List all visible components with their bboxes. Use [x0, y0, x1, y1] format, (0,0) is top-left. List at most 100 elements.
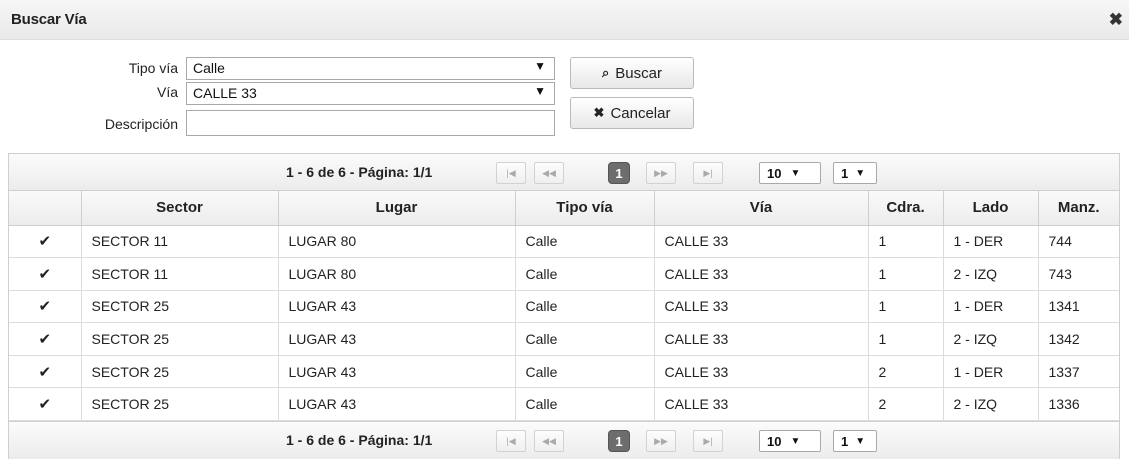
tipo-via-cell: Calle [514, 354, 655, 389]
lugar-cell: LUGAR 80 [277, 257, 516, 291]
page-jump-select[interactable]: 1 ▼ [833, 430, 877, 452]
sector-cell: SECTOR 25 [80, 289, 279, 324]
cdra-cell: 1 [867, 257, 944, 291]
check-icon[interactable]: ✔ [9, 257, 82, 291]
table-row[interactable]: ✔ SECTOR 25 LUGAR 43 Calle CALLE 33 2 1 - DER 1… [9, 354, 1119, 389]
chevron-down-icon: ▼ [855, 167, 866, 179]
first-page-button[interactable]: |◀ [496, 430, 526, 452]
manz-cell: 744 [1037, 224, 1119, 259]
sector-cell: SECTOR 25 [80, 354, 279, 389]
sector-cell: SECTOR 25 [80, 322, 279, 356]
tipo-via-cell: Calle [514, 289, 655, 324]
descripcion-label: Descripción [104, 116, 178, 132]
descripcion-input[interactable] [186, 110, 555, 136]
page-size-value: 10 [767, 165, 782, 181]
via-label: Vía [156, 84, 178, 100]
chevron-down-icon: ▼ [534, 84, 546, 98]
chevron-down-icon: ▼ [855, 435, 866, 447]
current-page-button[interactable]: 1 [608, 430, 630, 452]
column-header-via[interactable]: Vía [653, 191, 869, 226]
table-row[interactable]: ✔ SECTOR 25 LUGAR 43 Calle CALLE 33 2 2 - IZQ 1… [9, 387, 1119, 422]
lado-cell: 1 - DER [942, 354, 1039, 389]
via-cell: CALLE 33 [653, 354, 869, 389]
sector-cell: SECTOR 11 [80, 257, 279, 291]
tipo-via-cell: Calle [514, 322, 655, 356]
lado-cell: 1 - DER [942, 289, 1039, 324]
pager-bottom: 1 - 6 de 6 - Página: 1/1 |◀ ◀◀ 1 ▶▶ ▶| 1… [9, 421, 1119, 459]
column-header-sector[interactable]: Sector [80, 191, 279, 226]
first-page-button[interactable]: |◀ [496, 162, 526, 184]
tipo-via-cell: Calle [514, 387, 655, 422]
check-icon[interactable]: ✔ [9, 224, 82, 259]
lado-cell: 1 - DER [942, 224, 1039, 259]
via-cell: CALLE 33 [653, 387, 869, 422]
chevron-down-icon: ▼ [534, 59, 546, 73]
table-row[interactable]: ✔ SECTOR 11 LUGAR 80 Calle CALLE 33 1 2 - IZQ 7… [9, 257, 1119, 291]
check-icon[interactable]: ✔ [9, 289, 82, 324]
check-icon[interactable]: ✔ [9, 387, 82, 422]
tipo-via-select[interactable]: Calle ▼ [186, 57, 555, 80]
search-icon: ⌕ [602, 65, 610, 80]
pager-top: 1 - 6 de 6 - Página: 1/1 |◀ ◀◀ 1 ▶▶ ▶| 1… [9, 154, 1119, 191]
page-size-select[interactable]: 10 ▼ [759, 430, 821, 452]
lugar-cell: LUGAR 43 [277, 387, 516, 422]
table-row[interactable]: ✔ SECTOR 11 LUGAR 80 Calle CALLE 33 1 1 - DER 7… [9, 224, 1119, 259]
buscar-label: Buscar [615, 64, 662, 82]
next-page-button[interactable]: ▶▶ [646, 162, 676, 184]
sector-cell: SECTOR 25 [80, 387, 279, 422]
via-cell: CALLE 33 [653, 289, 869, 324]
page-jump-value: 1 [841, 165, 849, 181]
prev-page-button[interactable]: ◀◀ [534, 430, 564, 452]
lugar-cell: LUGAR 80 [277, 224, 516, 259]
dialog-titlebar: Buscar Vía ✖ [0, 0, 1129, 40]
pager-info: 1 - 6 de 6 - Página: 1/1 [286, 164, 433, 180]
last-page-button[interactable]: ▶| [693, 162, 723, 184]
cdra-cell: 1 [867, 289, 944, 324]
cdra-cell: 1 [867, 322, 944, 356]
manz-cell: 1341 [1037, 289, 1119, 324]
via-value: CALLE 33 [193, 85, 257, 101]
cancelar-label: Cancelar [610, 104, 671, 122]
current-page-button[interactable]: 1 [608, 162, 630, 184]
column-header-lado[interactable]: Lado [942, 191, 1039, 226]
next-page-button[interactable]: ▶▶ [646, 430, 676, 452]
sector-cell: SECTOR 11 [80, 224, 279, 259]
column-header-tipo-via[interactable]: Tipo vía [514, 191, 655, 226]
cdra-cell: 1 [867, 224, 944, 259]
pager-info: 1 - 6 de 6 - Página: 1/1 [286, 432, 433, 448]
page-size-select[interactable]: 10 ▼ [759, 162, 821, 184]
cdra-cell: 2 [867, 354, 944, 389]
lugar-cell: LUGAR 43 [277, 322, 516, 356]
table-header-row: Sector Lugar Tipo vía Vía Cdra. Lado Man… [9, 191, 1119, 226]
last-page-button[interactable]: ▶| [693, 430, 723, 452]
lugar-cell: LUGAR 43 [277, 354, 516, 389]
via-select[interactable]: CALLE 33 ▼ [186, 82, 555, 105]
prev-page-button[interactable]: ◀◀ [534, 162, 564, 184]
close-icon[interactable]: ✖ [1109, 11, 1123, 28]
column-header [9, 191, 82, 226]
via-cell: CALLE 33 [653, 322, 869, 356]
manz-cell: 1337 [1037, 354, 1119, 389]
table-row[interactable]: ✔ SECTOR 25 LUGAR 43 Calle CALLE 33 1 1 - DER 1… [9, 289, 1119, 324]
results-grid: 1 - 6 de 6 - Página: 1/1 |◀ ◀◀ 1 ▶▶ ▶| 1… [8, 153, 1120, 459]
dialog-title: Buscar Vía [11, 11, 87, 28]
page-jump-value: 1 [841, 433, 849, 449]
tipo-via-cell: Calle [514, 257, 655, 291]
check-icon[interactable]: ✔ [9, 322, 82, 356]
tipo-via-value: Calle [193, 60, 225, 76]
column-header-lugar[interactable]: Lugar [277, 191, 516, 226]
column-header-manz[interactable]: Manz. [1037, 191, 1119, 226]
table-row[interactable]: ✔ SECTOR 25 LUGAR 43 Calle CALLE 33 1 2 - IZQ 1… [9, 322, 1119, 356]
check-icon[interactable]: ✔ [9, 354, 82, 389]
via-cell: CALLE 33 [653, 224, 869, 259]
lugar-cell: LUGAR 43 [277, 289, 516, 324]
results-table: Sector Lugar Tipo vía Vía Cdra. Lado Man… [9, 191, 1119, 422]
tipo-via-label: Tipo vía [128, 60, 178, 76]
page-size-value: 10 [767, 433, 782, 449]
buscar-button[interactable]: ⌕ Buscar [570, 57, 694, 89]
column-header-cdra[interactable]: Cdra. [867, 191, 944, 226]
manz-cell: 743 [1037, 257, 1119, 291]
page-jump-select[interactable]: 1 ▼ [833, 162, 877, 184]
cancelar-button[interactable]: ✖ Cancelar [570, 97, 694, 129]
cdra-cell: 2 [867, 387, 944, 422]
